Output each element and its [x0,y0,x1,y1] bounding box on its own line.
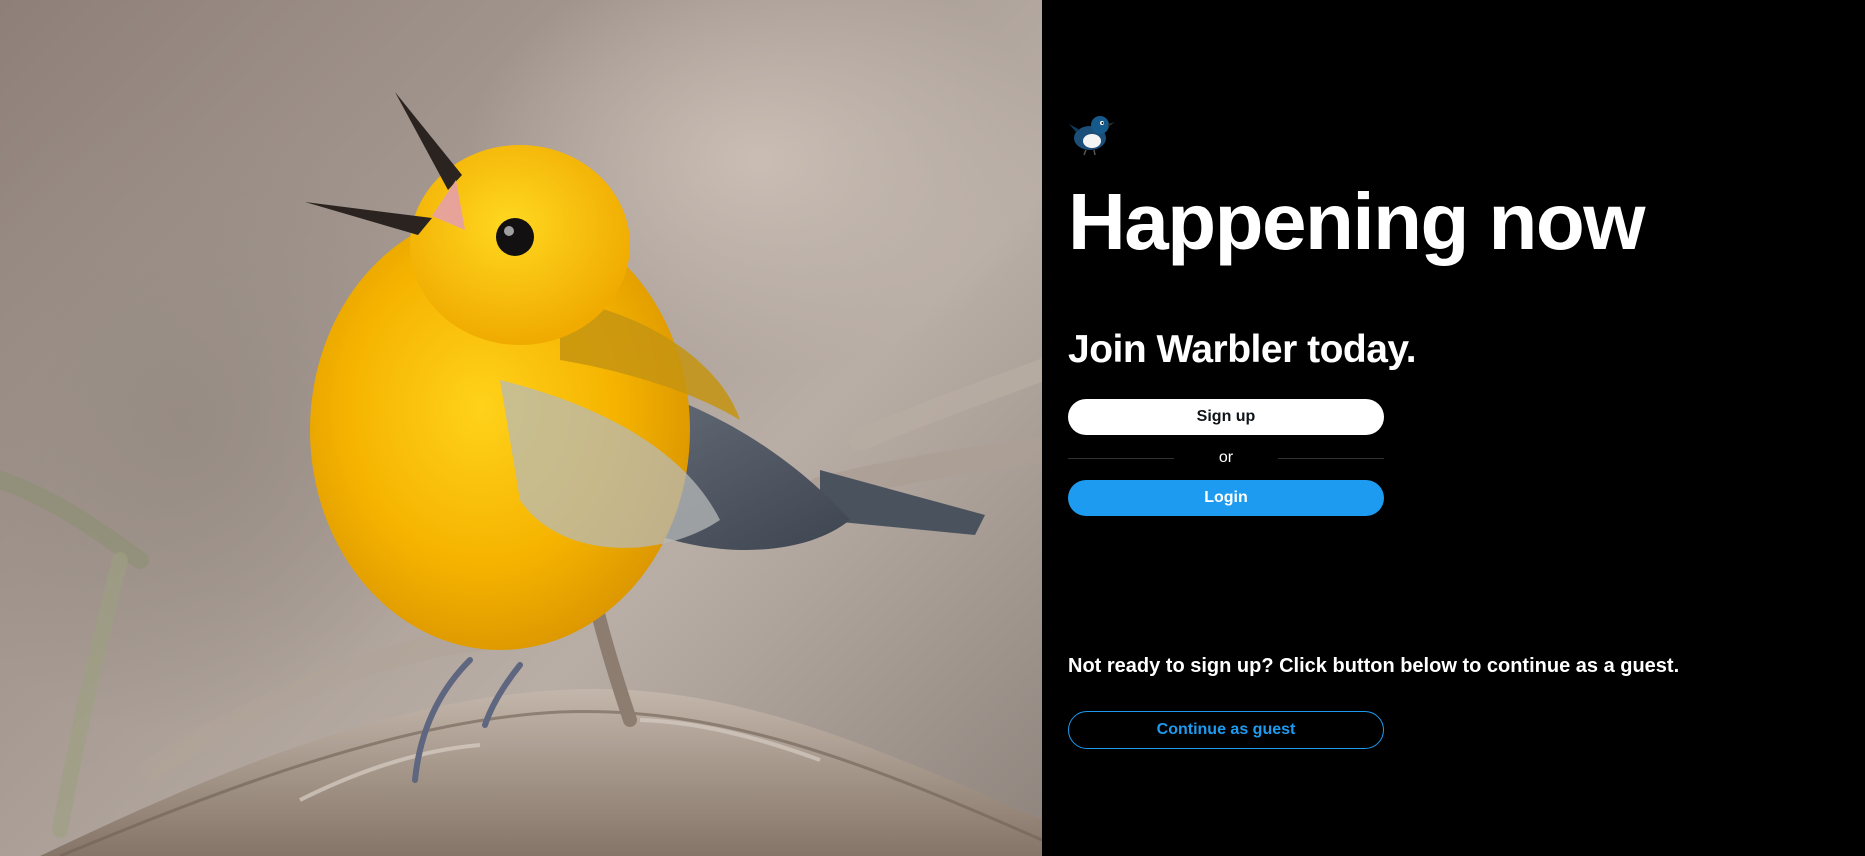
divider-line-right [1278,457,1384,459]
warbler-bird-logo-icon [1069,116,1115,156]
auth-panel: Happening now Join Warbler today. Sign u… [1042,0,1865,856]
hero-image [0,0,1042,856]
signup-button[interactable]: Sign up [1068,399,1384,435]
page-headline: Happening now [1068,177,1646,266]
divider-line-left [1068,457,1174,459]
join-subheading: Join Warbler today. [1068,328,1417,371]
or-label: or [1218,449,1234,466]
login-button[interactable]: Login [1068,480,1384,516]
or-divider: or [1068,446,1384,470]
guest-prompt: Not ready to sign up? Click button below… [1068,655,1680,677]
continue-as-guest-button[interactable]: Continue as guest [1068,711,1384,749]
login-page: Happening now Join Warbler today. Sign u… [0,0,1865,856]
warbler-photo-icon [0,92,1042,856]
